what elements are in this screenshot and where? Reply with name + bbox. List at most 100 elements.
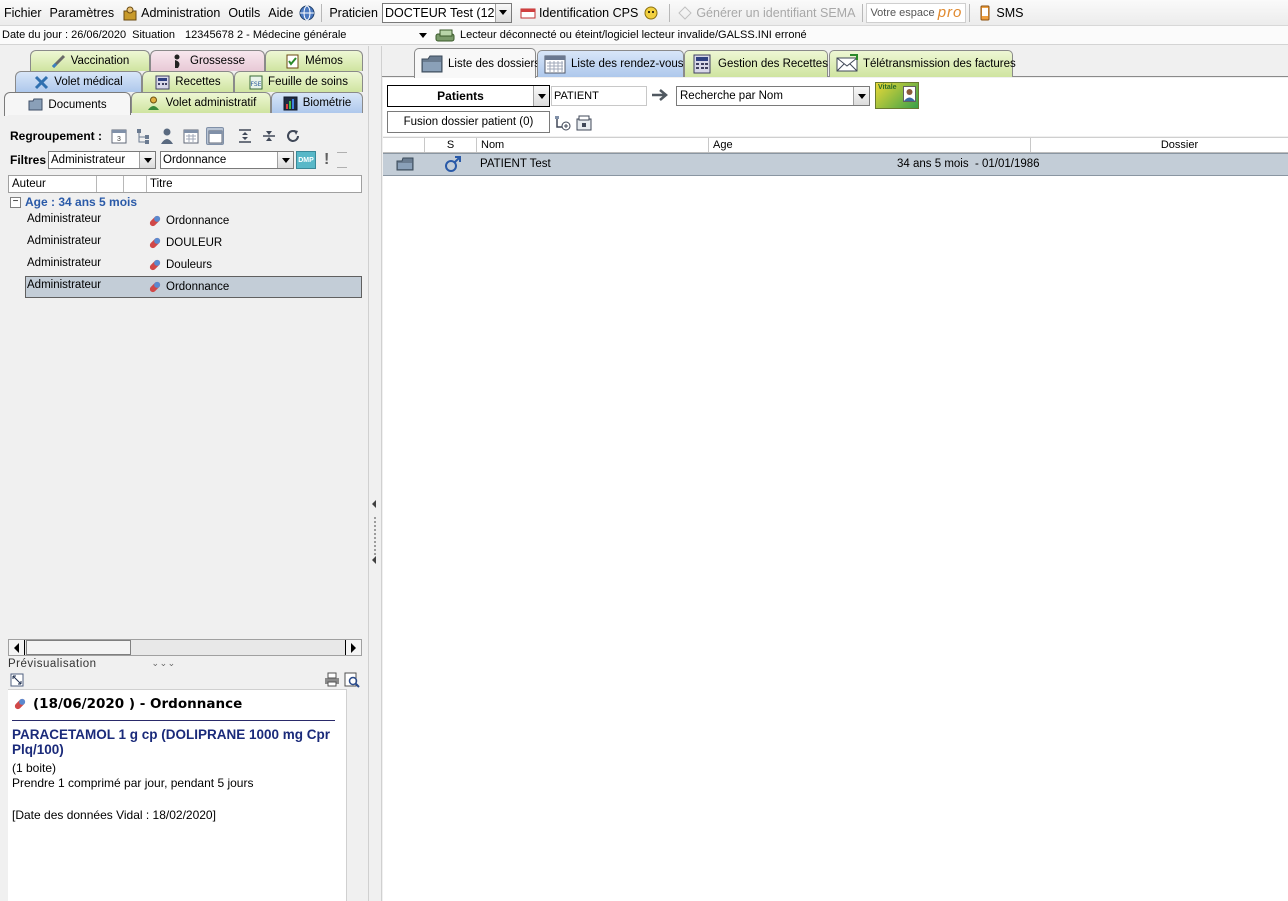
row-title: Ordonnance <box>166 281 230 293</box>
horizontal-scrollbar[interactable] <box>8 639 362 656</box>
preview-divider <box>12 720 335 721</box>
expand-icon[interactable] <box>10 673 24 690</box>
collapse-chevron-icon[interactable]: ⌄⌄⌄ <box>152 658 176 669</box>
situation-label: Situation <box>132 29 175 41</box>
column-nom[interactable]: Nom <box>477 138 709 152</box>
tab-teletransmission-des-factures[interactable]: Télétransmission des factures <box>829 50 1016 77</box>
identification-cps-button[interactable]: Identification CPS <box>516 2 666 24</box>
user-icon[interactable] <box>158 127 176 145</box>
expand-all-icon[interactable] <box>236 127 254 145</box>
search-mode-select[interactable]: Patients <box>387 85 550 107</box>
calculator-icon <box>155 75 170 90</box>
chevron-down-icon[interactable] <box>494 3 511 22</box>
print-icon[interactable] <box>324 672 340 690</box>
group-row[interactable]: − Age : 34 ans 5 mois <box>10 194 137 210</box>
patient-name: PATIENT Test <box>480 158 551 170</box>
filter-type-select[interactable]: Ordonnance <box>160 151 295 169</box>
tab-liste-des-dossiers[interactable]: Liste des dossiers <box>414 48 540 78</box>
dmp-button[interactable]: DMP <box>296 151 317 169</box>
menu-parametres[interactable]: Paramètres <box>46 2 119 24</box>
envelope-icon <box>836 54 858 74</box>
smiley-icon <box>643 5 659 21</box>
chevron-down-icon[interactable] <box>139 152 156 168</box>
menu-bar: Fichier Paramètres Administration Outils… <box>0 0 1288 26</box>
praticien-select[interactable]: DOCTEUR Test (1234 <box>381 2 512 23</box>
calendar-day-icon[interactable]: 3 <box>110 127 128 145</box>
tab-volet-medical[interactable]: Volet médical <box>15 71 142 92</box>
tab-documents[interactable]: Documents <box>4 92 131 116</box>
globe-icon[interactable] <box>299 5 315 21</box>
filter-author-value: Administrateur <box>51 154 126 166</box>
preview-heading: (18/06/2020 ) - Ordonnance <box>33 696 243 712</box>
chevron-down-icon[interactable] <box>418 32 427 38</box>
search-type-select[interactable]: Recherche par Nom <box>676 86 870 106</box>
fusion-dossier-button[interactable]: Fusion dossier patient (0) <box>387 111 550 133</box>
pregnancy-icon <box>170 54 185 69</box>
tab-liste-des-rendez-vous[interactable]: Liste des rendez-vous <box>537 50 684 77</box>
scroll-thumb[interactable] <box>26 640 131 655</box>
calendar-selected-icon[interactable] <box>206 127 225 145</box>
add-link-icon[interactable] <box>554 115 571 134</box>
pill-icon <box>147 235 163 251</box>
chevron-down-icon[interactable] <box>533 86 549 106</box>
filter-author-select[interactable]: Administrateur <box>48 151 157 169</box>
collapse-all-icon[interactable] <box>260 127 278 145</box>
column-sexe[interactable]: S <box>425 138 477 152</box>
tab-gestion-des-recettes[interactable]: Gestion des Recettes <box>684 50 828 77</box>
patients-grid-header: S Nom Age Dossier <box>383 137 1288 153</box>
row-title: Ordonnance <box>166 215 230 227</box>
separator-line-icon[interactable] <box>337 152 348 168</box>
preview-header: Prévisualisation ⌄⌄⌄ <box>8 657 362 670</box>
folder-icon <box>28 97 43 112</box>
table-row-selected[interactable]: Administrateur Ordonnance <box>25 276 362 298</box>
table-row[interactable]: Administrateur Douleurs <box>25 254 362 276</box>
chevron-left-icon[interactable] <box>372 500 376 508</box>
search-input[interactable] <box>551 86 647 106</box>
table-row[interactable]: PATIENT Test 34 ans 5 mois - 01/01/1986 <box>383 153 1288 176</box>
calendar-icon[interactable] <box>182 127 200 145</box>
menu-outils[interactable]: Outils <box>224 2 264 24</box>
column-blank-1[interactable] <box>97 176 124 192</box>
collapse-icon[interactable]: − <box>10 196 21 208</box>
tab-memos[interactable]: Mémos <box>265 50 363 71</box>
chevron-down-icon[interactable] <box>853 87 869 105</box>
tab-feuille-de-soins[interactable]: FSE Feuille de soins <box>234 71 363 92</box>
vitale-card-button[interactable]: Vitale <box>875 82 919 109</box>
tab-recettes[interactable]: Recettes <box>142 71 234 92</box>
tab-vaccination[interactable]: Vaccination <box>30 50 150 71</box>
scroll-right-icon[interactable] <box>345 640 361 655</box>
sms-button[interactable]: SMS <box>973 2 1027 24</box>
generer-sema-button[interactable]: Générer un identifiant SEMA <box>673 2 859 24</box>
menu-fichier[interactable]: Fichier <box>0 2 46 24</box>
column-age[interactable]: Age <box>709 138 1031 152</box>
chevron-down-icon[interactable] <box>277 152 294 168</box>
archive-icon[interactable] <box>575 114 593 134</box>
panel-splitter[interactable] <box>368 46 382 901</box>
preview-scrollbar[interactable] <box>346 689 362 901</box>
table-row[interactable]: Administrateur Ordonnance <box>25 210 362 232</box>
column-blank[interactable] <box>383 138 425 152</box>
espace-pro-button[interactable]: Votre espace pro <box>866 2 967 23</box>
folder-icon[interactable] <box>396 157 414 174</box>
menu-administration[interactable]: Administration <box>118 2 224 24</box>
menu-aide[interactable]: Aide <box>264 2 297 24</box>
tab-volet-administratif[interactable]: Volet administratif <box>131 92 271 113</box>
tree-icon[interactable] <box>134 127 152 145</box>
vitale-label: Vitale <box>878 84 897 91</box>
grip-handle[interactable] <box>373 516 377 556</box>
refresh-icon[interactable] <box>284 127 302 145</box>
scroll-left-icon[interactable] <box>9 640 25 655</box>
table-row[interactable]: Administrateur DOULEUR <box>25 232 362 254</box>
row-title: Douleurs <box>166 259 213 271</box>
situation-select[interactable]: 12345678 2 - Médecine générale <box>185 29 427 41</box>
column-titre[interactable]: Titre <box>147 176 361 192</box>
status-row: Date du jour : 26/06/2020 Situation 1234… <box>0 26 1288 45</box>
tab-grossesse[interactable]: Grossesse <box>150 50 265 71</box>
column-blank-2[interactable] <box>124 176 147 192</box>
column-auteur[interactable]: Auteur <box>9 176 97 192</box>
chevron-left-icon[interactable] <box>372 556 376 564</box>
arrow-right-icon[interactable] <box>651 87 669 106</box>
tab-biometrie[interactable]: Biométrie <box>271 92 363 113</box>
important-icon[interactable]: ! <box>324 151 329 169</box>
column-dossier[interactable]: Dossier <box>1031 138 1288 152</box>
